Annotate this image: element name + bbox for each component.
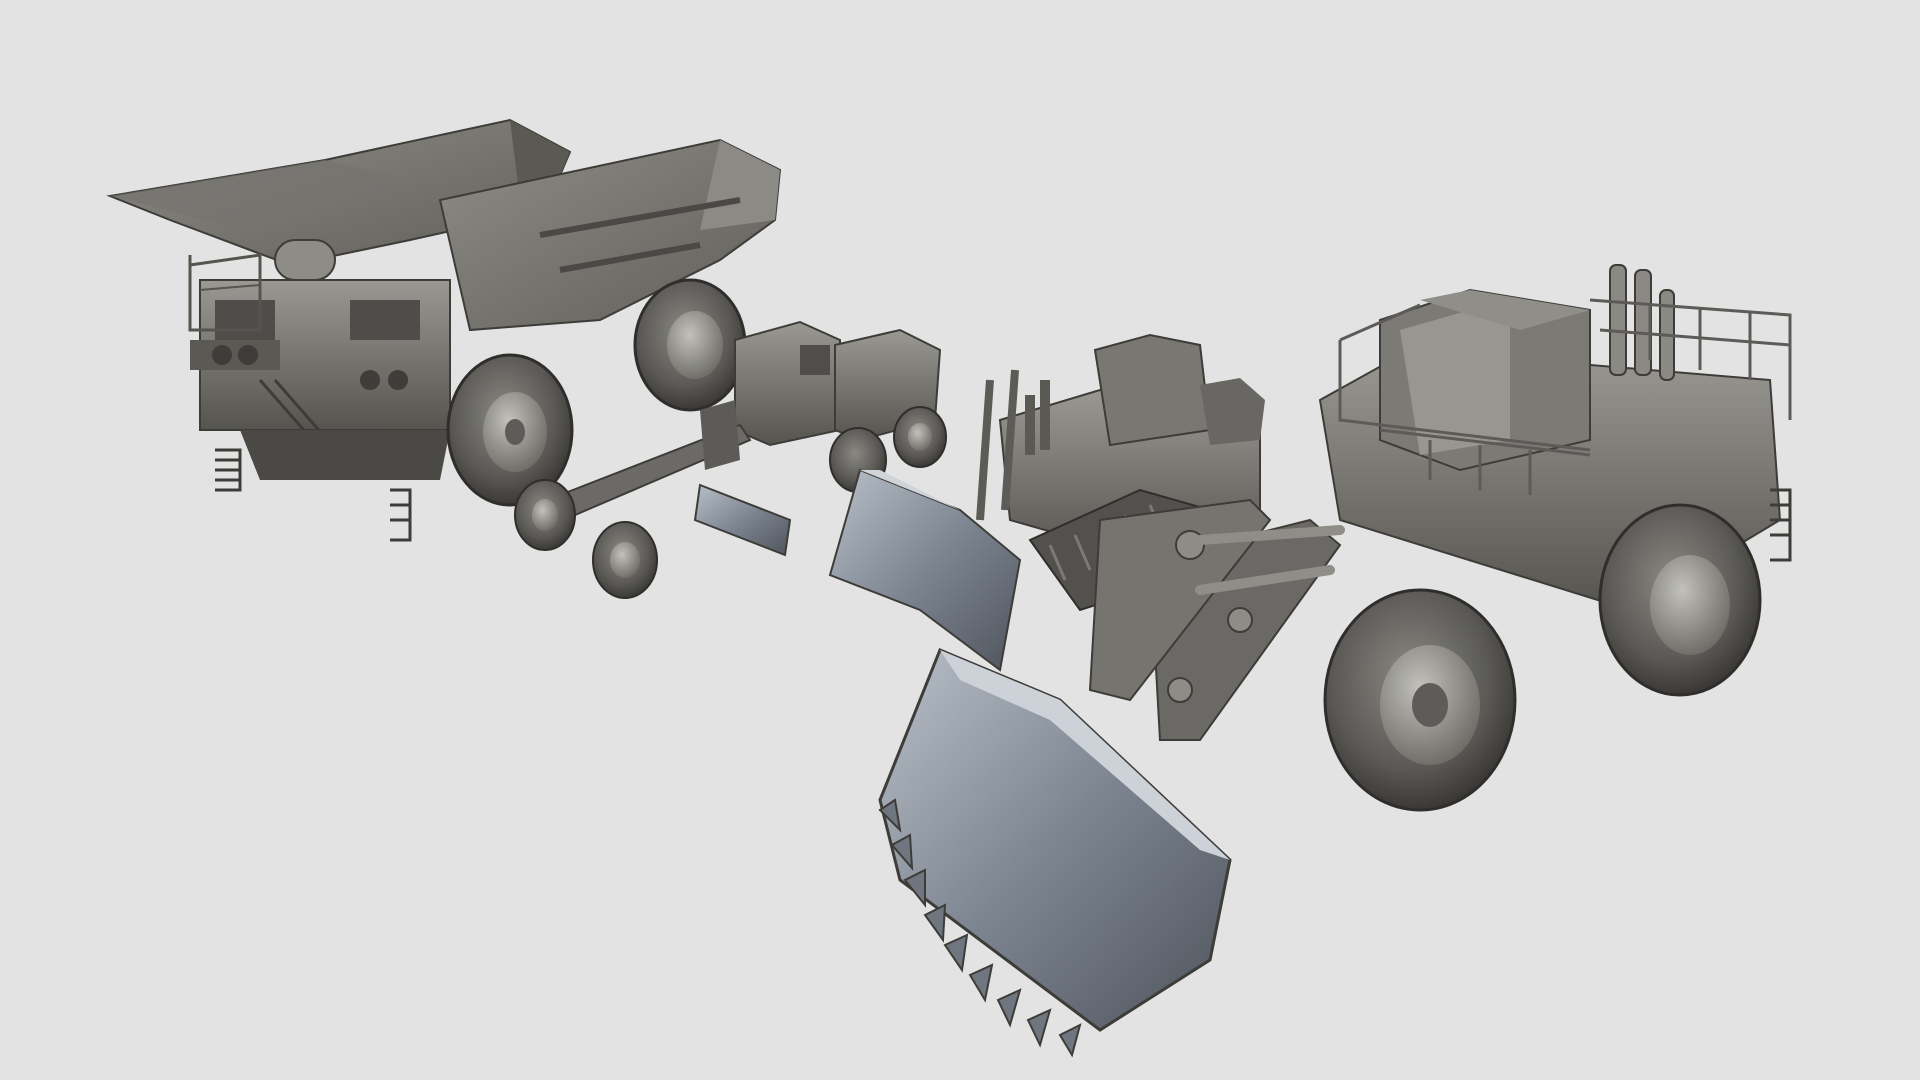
- haul-truck: [106, 118, 782, 542]
- scene-render: [106, 118, 1792, 1058]
- viewport-3d[interactable]: [0, 0, 1920, 1080]
